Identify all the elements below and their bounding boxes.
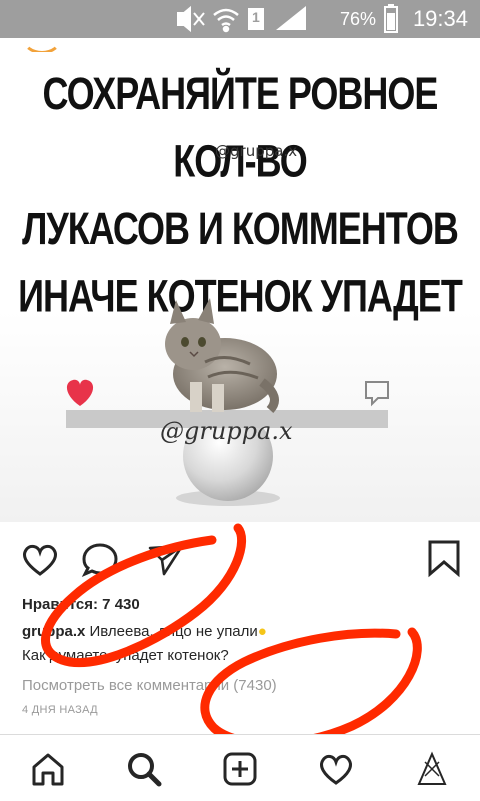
comment-icon[interactable] (80, 540, 120, 580)
search-icon (128, 753, 162, 787)
caption-text: Ивлеева, лицо не упали (85, 623, 258, 640)
kitten-balance-illustration (66, 298, 389, 506)
heart-icon[interactable] (20, 540, 60, 580)
nav-profile[interactable] (406, 743, 458, 795)
caption-line-2: Как думаете, упадет котенок? (22, 647, 229, 664)
home-icon (32, 753, 64, 786)
bottom-navigation (0, 734, 480, 801)
signal-icon (276, 6, 306, 30)
likes-count[interactable]: Нравится: 7 430 (22, 596, 140, 613)
nav-add-post[interactable] (214, 743, 266, 795)
view-all-comments-link[interactable]: Посмотреть все комментарии (7430) (22, 677, 277, 694)
battery-icon (384, 4, 398, 33)
status-icons (177, 5, 306, 33)
post-actions (0, 522, 480, 594)
share-icon[interactable] (146, 540, 186, 580)
status-bar: 1 76% 19:34 (0, 0, 480, 38)
clock: 19:34 (412, 6, 468, 31)
battery-percent: 76% (339, 8, 376, 29)
mute-icon (177, 5, 205, 33)
avatar-ring[interactable] (22, 22, 62, 54)
comment-bubble-icon (365, 381, 389, 407)
sim-slot-number: 1 (252, 9, 260, 25)
caption: gruppa.x Ивлеева, лицо не упали● (22, 623, 267, 640)
bookmark-icon[interactable] (424, 538, 464, 578)
nav-home[interactable] (22, 743, 74, 795)
like-heart-icon (66, 379, 94, 406)
nav-search[interactable] (118, 743, 170, 795)
kitten (165, 298, 279, 414)
profile-icon (417, 751, 447, 785)
post-header (0, 38, 480, 54)
watermark-large: @gruppa.x (160, 417, 293, 445)
emoji-icon: ● (257, 623, 267, 640)
nav-activity[interactable] (310, 743, 362, 795)
post-image[interactable]: СОХРАНЯЙТЕ РОВНОЕ КОЛ-ВО ЛУКАСОВ И КОММЕ… (0, 52, 480, 522)
post-time: 4 ДНЯ НАЗАД (22, 704, 98, 716)
wifi-icon (213, 8, 239, 33)
add-post-icon (223, 752, 257, 786)
activity-heart-icon (320, 754, 352, 785)
caption-username[interactable]: gruppa.x (22, 623, 85, 640)
